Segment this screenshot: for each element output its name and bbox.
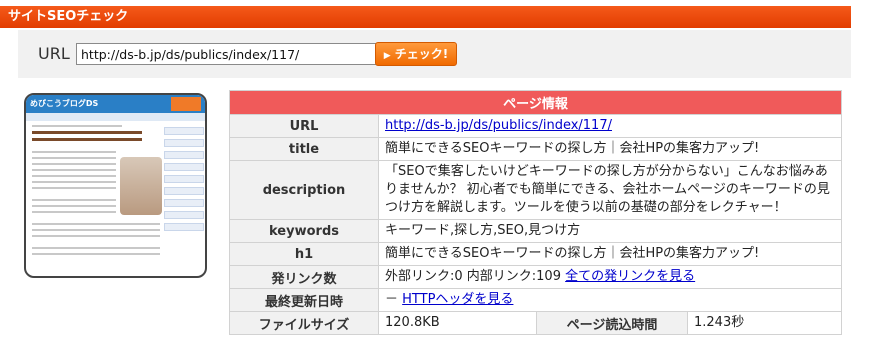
thumbnail-header: めびこうブログDS	[26, 95, 205, 113]
row-value-links: 外部リンク:0 内部リンク:109 全ての発リンクを見る	[378, 265, 842, 289]
thumbnail-text-line	[32, 211, 116, 213]
thumbnail-sidebar-item	[164, 199, 204, 207]
all-links-link[interactable]: 全ての発リンクを見る	[565, 269, 695, 284]
thumbnail-text-line	[32, 247, 160, 249]
row-label-h1: h1	[229, 242, 379, 266]
row-label-modified: 最終更新日時	[229, 288, 379, 312]
thumbnail-nav	[26, 113, 205, 121]
table-row-url: URL http://ds-b.jp/ds/publics/index/117/	[229, 114, 842, 138]
url-link[interactable]: http://ds-b.jp/ds/publics/index/117/	[385, 118, 612, 133]
thumbnail-sidebar-item	[164, 139, 204, 147]
thumbnail-person-image	[120, 157, 162, 215]
thumbnail-text-line	[32, 205, 116, 207]
link-counts: 外部リンク:0 内部リンク:109	[385, 269, 561, 284]
table-row-links: 発リンク数 外部リンク:0 内部リンク:109 全ての発リンクを見る	[229, 265, 842, 289]
thumbnail-article-title-line	[32, 131, 142, 134]
thumbnail-sidebar-item	[164, 163, 204, 171]
thumbnail-logo: めびこうブログDS	[30, 99, 99, 108]
check-button-label: チェック!	[394, 47, 449, 61]
thumbnail-sidebar-item	[164, 175, 204, 183]
table-row-title: title 簡単にできるSEOキーワードの探し方｜会社HPの集客力アップ!	[229, 137, 842, 161]
row-value-load-time: 1.243秒	[687, 311, 842, 335]
table-row-h1: h1 簡単にできるSEOキーワードの探し方｜会社HPの集客力アップ!	[229, 242, 842, 266]
thumbnail-text-line	[32, 229, 160, 231]
row-label-load-time: ページ読込時間	[536, 311, 688, 335]
http-header-link[interactable]: HTTPヘッダを見る	[402, 292, 513, 307]
url-check-bar: URL ▶チェック!	[18, 30, 851, 78]
row-value-filesize: 120.8KB	[378, 311, 537, 335]
row-label-links: 発リンク数	[229, 265, 379, 289]
row-value-url: http://ds-b.jp/ds/publics/index/117/	[378, 114, 842, 138]
check-button[interactable]: ▶ チェック!	[375, 42, 457, 66]
thumbnail-sidebar-item	[164, 127, 204, 135]
thumbnail-text-line	[32, 181, 116, 183]
thumbnail-text-line	[32, 151, 116, 153]
row-value-keywords: キーワード,探し方,SEO,見つけ方	[378, 219, 842, 243]
site-thumbnail: めびこうブログDS	[24, 93, 207, 278]
row-value-description: 「SEOで集客したいけどキーワードの探し方が分からない」こんなお悩みありませんか…	[378, 160, 842, 220]
row-label-filesize: ファイルサイズ	[229, 311, 379, 335]
thumbnail-sidebar-item	[164, 223, 204, 231]
page-info-heading: ページ情報	[229, 90, 842, 115]
thumbnail-text-line	[32, 199, 116, 201]
thumbnail-text-line	[32, 223, 160, 225]
thumbnail-text-line	[32, 175, 116, 177]
thumbnail-text-line	[32, 187, 116, 189]
page-info-table: ページ情報 URL http://ds-b.jp/ds/publics/inde…	[229, 90, 842, 335]
page-title: サイトSEOチェック	[0, 6, 851, 28]
row-value-title: 簡単にできるSEOキーワードの探し方｜会社HPの集客力アップ!	[378, 137, 842, 161]
table-row-keywords: keywords キーワード,探し方,SEO,見つけ方	[229, 219, 842, 243]
thumbnail-breadcrumb	[32, 125, 122, 127]
thumbnail-text-line	[32, 163, 116, 165]
table-row-filesize: ファイルサイズ 120.8KB ページ読込時間 1.243秒	[229, 311, 842, 335]
row-value-h1: 簡単にできるSEOキーワードの探し方｜会社HPの集客力アップ!	[378, 242, 842, 266]
thumbnail-article-title-line	[32, 138, 142, 141]
thumbnail-sidebar-item	[164, 187, 204, 195]
modified-value: －	[385, 292, 399, 307]
row-value-modified: － HTTPヘッダを見る	[378, 288, 842, 312]
thumbnail-text-line	[32, 253, 160, 255]
thumbnail-badge	[171, 97, 201, 111]
row-label-description: description	[229, 160, 379, 220]
thumbnail-sidebar-item	[164, 151, 204, 159]
row-label-url: URL	[229, 114, 379, 138]
row-label-keywords: keywords	[229, 219, 379, 243]
thumbnail-text-line	[32, 235, 160, 237]
thumbnail-sidebar-item	[164, 211, 204, 219]
table-row-modified: 最終更新日時 － HTTPヘッダを見る	[229, 288, 842, 312]
thumbnail-text-line	[32, 157, 116, 159]
table-row-description: description 「SEOで集客したいけどキーワードの探し方が分からない」…	[229, 160, 842, 220]
thumbnail-text-line	[32, 169, 116, 171]
row-label-title: title	[229, 137, 379, 161]
play-icon: ▶	[383, 51, 391, 61]
url-label: URL	[38, 44, 70, 63]
url-input[interactable]	[76, 43, 382, 65]
